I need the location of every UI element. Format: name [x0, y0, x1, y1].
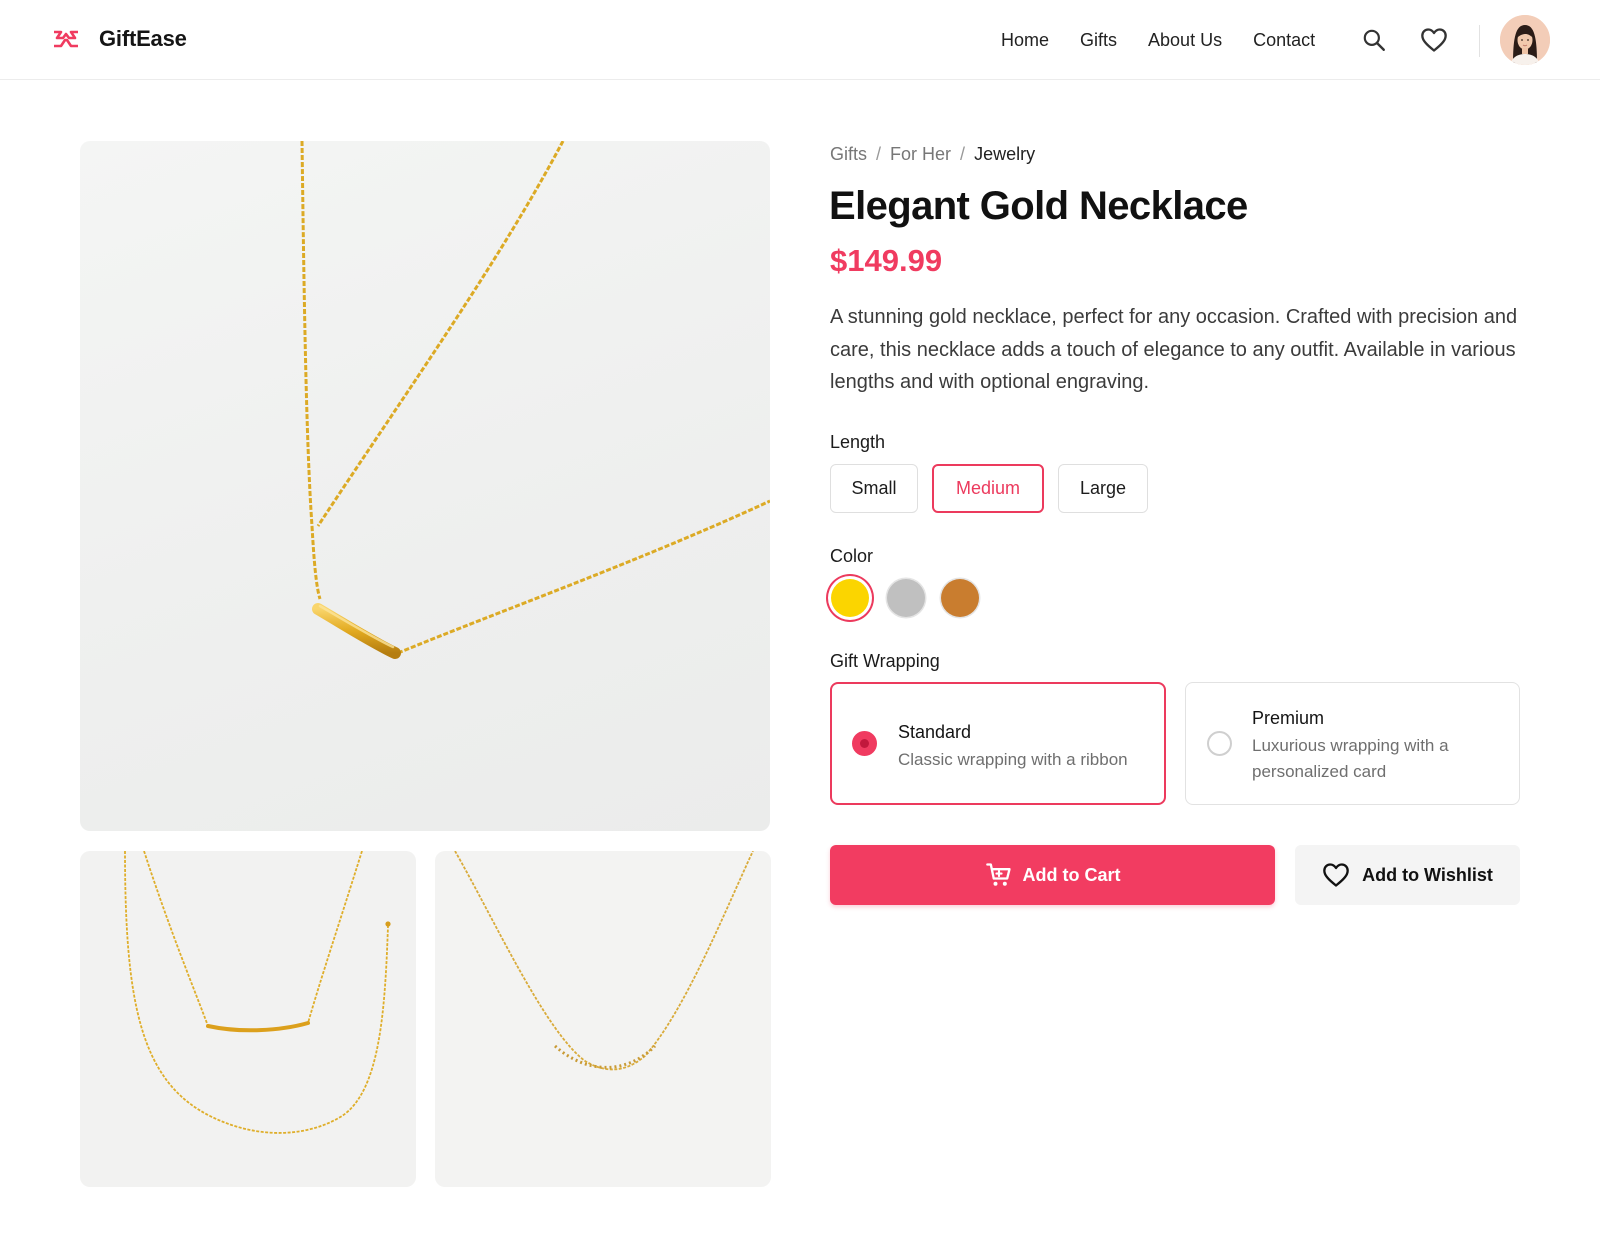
nav-about-us[interactable]: About Us: [1148, 28, 1222, 52]
product-main-image[interactable]: [80, 141, 770, 831]
color-swatch-bronze[interactable]: [941, 579, 979, 617]
length-option-large[interactable]: Large: [1058, 464, 1148, 513]
add-to-cart-label: Add to Cart: [1022, 864, 1121, 885]
brand[interactable]: GiftEase: [52, 26, 187, 52]
add-to-wishlist-button[interactable]: Add to Wishlist: [1295, 845, 1520, 905]
top-header: GiftEase Home Gifts About Us Contact: [0, 0, 1600, 80]
length-option-small[interactable]: Small: [830, 464, 918, 513]
breadcrumb-separator: /: [876, 144, 882, 164]
nav-gifts[interactable]: Gifts: [1080, 28, 1117, 52]
giftease-logo-icon: [54, 30, 78, 48]
add-to-cart-button[interactable]: Add to Cart: [830, 845, 1275, 905]
product-title: Elegant Gold Necklace: [829, 184, 1248, 228]
nav-contact[interactable]: Contact: [1253, 28, 1315, 52]
search-icon[interactable]: [1360, 26, 1388, 54]
length-option-medium[interactable]: Medium: [932, 464, 1044, 513]
gift-wrapping-label: Gift Wrapping: [830, 651, 940, 671]
breadcrumb-gifts[interactable]: Gifts: [830, 144, 867, 165]
wrapping-option-name: Standard: [898, 722, 972, 742]
main-nav: Home Gifts About Us Contact: [1001, 28, 1315, 52]
breadcrumb-jewelry: Jewelry: [974, 144, 1036, 164]
color-swatch-gold[interactable]: [831, 579, 869, 617]
breadcrumb: Gifts / For Her / Jewelry: [830, 144, 1035, 165]
product-description: A stunning gold necklace, perfect for an…: [830, 306, 1518, 393]
wrapping-option-premium[interactable]: Premium Luxurious wrapping with a person…: [1185, 682, 1520, 805]
avatar[interactable]: [1500, 15, 1550, 65]
product-thumbnail-1[interactable]: [80, 851, 416, 1187]
breadcrumb-for-her[interactable]: For Her: [890, 144, 951, 165]
wrapping-option-standard[interactable]: Standard Classic wrapping with a ribbon: [830, 682, 1166, 805]
heart-icon[interactable]: [1420, 26, 1448, 54]
radio-unselected[interactable]: [1207, 730, 1232, 756]
brand-name: GiftEase: [99, 26, 187, 51]
wrapping-option-description: Luxurious wrapping with a personalized c…: [1252, 736, 1449, 781]
heart-icon: [1323, 863, 1349, 887]
color-label: Color: [830, 546, 874, 566]
breadcrumb-separator: /: [960, 144, 966, 164]
color-swatch-silver[interactable]: [887, 579, 925, 617]
add-to-wishlist-label: Add to Wishlist: [1362, 864, 1493, 885]
wrapping-option-description: Classic wrapping with a ribbon: [898, 750, 1128, 769]
header-divider: [1479, 25, 1480, 57]
product-thumbnail-2[interactable]: [435, 851, 771, 1187]
cart-icon: [985, 863, 1011, 886]
product-price: $149.99: [830, 243, 943, 278]
wrapping-option-name: Premium: [1252, 708, 1325, 728]
radio-selected[interactable]: [852, 730, 877, 756]
length-label: Length: [830, 432, 886, 452]
nav-home[interactable]: Home: [1001, 28, 1049, 52]
